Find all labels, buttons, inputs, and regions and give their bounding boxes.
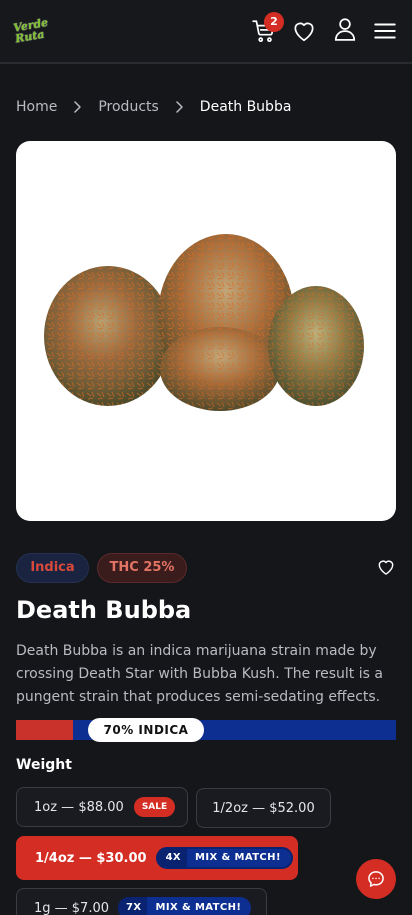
breadcrumb-products[interactable]: Products (98, 99, 158, 115)
mix-count: 4X (157, 849, 188, 867)
chat-bubble-icon (368, 871, 384, 887)
product-description: Death Bubba is an indica marijuana strai… (16, 643, 383, 705)
mix-count: 7X (118, 897, 148, 915)
product-image[interactable] (16, 141, 396, 521)
chevron-right-icon (176, 101, 183, 113)
weight-label: Weight (16, 757, 72, 773)
mix-label: MIX & MATCH! (195, 852, 281, 863)
strain-ratio-label: 70% INDICA (88, 718, 204, 742)
weight-option-1g[interactable]: 1g — $7.00 7X MIX & MATCH! (16, 888, 267, 915)
weight-option-label: 1g — $7.00 (34, 900, 110, 915)
weight-option-1oz[interactable]: 1oz — $88.00 SALE (16, 787, 188, 827)
weight-option-quarter-oz[interactable]: 1/4oz — $30.00 4X MIX & MATCH! (16, 836, 298, 880)
mix-match-badge: 4X MIX & MATCH! (155, 847, 293, 869)
site-logo[interactable]: Verde Ruta (12, 14, 68, 50)
breadcrumb: Home Products Death Bubba (16, 96, 291, 118)
cart-count-badge: 2 (264, 12, 284, 32)
chat-button[interactable] (356, 859, 396, 899)
product-title: Death Bubba (16, 596, 192, 624)
breadcrumb-current: Death Bubba (199, 99, 292, 115)
strain-ratio-bar: 70% INDICA (16, 718, 396, 742)
mix-label: MIX & MATCH! (155, 902, 242, 913)
heart-icon[interactable] (291, 18, 317, 44)
cannabis-buds-illustration (44, 234, 364, 411)
menu-icon[interactable] (372, 18, 398, 44)
thc-tag: THC 25% (97, 553, 187, 583)
mix-match-badge: 7X MIX & MATCH! (118, 897, 252, 915)
logo-text: Verde Ruta (12, 15, 50, 46)
weight-option-label: 1oz — $88.00 (34, 799, 124, 815)
chevron-right-icon (74, 101, 82, 113)
site-header: Verde Ruta 2 (0, 0, 412, 64)
weight-option-label: 1/4oz — $30.00 (35, 850, 147, 866)
weight-option-half-oz[interactable]: 1/2oz — $52.00 (196, 788, 331, 828)
user-icon[interactable] (332, 16, 358, 42)
breadcrumb-home[interactable]: Home (16, 99, 57, 115)
favorite-heart-icon[interactable] (376, 557, 396, 577)
weight-option-label: 1/2oz — $52.00 (212, 800, 315, 816)
strain-bar-fill (16, 720, 73, 740)
strain-type-tag: Indica (16, 553, 89, 583)
sale-badge: SALE (133, 797, 176, 817)
